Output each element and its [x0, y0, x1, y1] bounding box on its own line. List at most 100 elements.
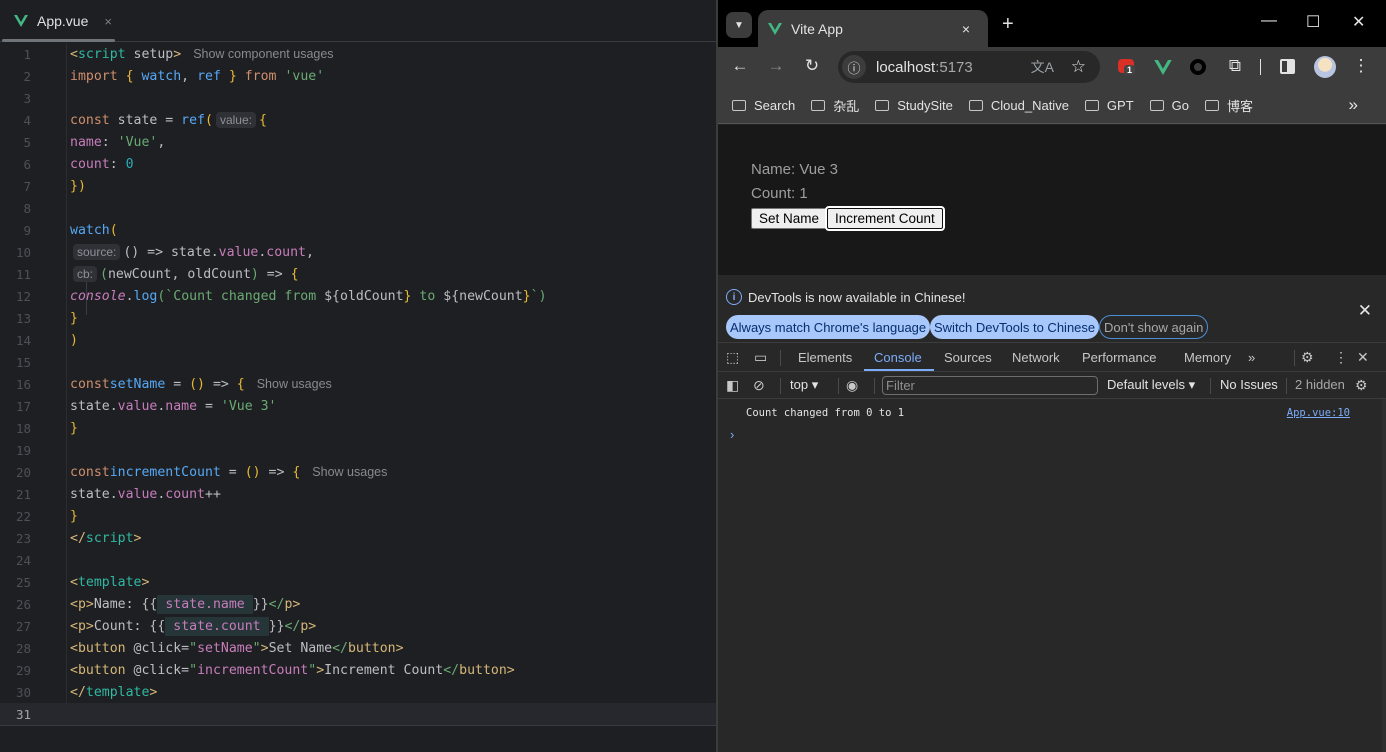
- context-selector[interactable]: top ▾: [790, 377, 818, 393]
- side-panel-icon[interactable]: [1280, 59, 1295, 74]
- console-scrollbar[interactable]: [1382, 399, 1386, 752]
- code-line[interactable]: 27 < p > Count: {{ state.count }} </p >: [0, 615, 716, 637]
- close-infobar-icon[interactable]: ✕: [1358, 301, 1372, 321]
- bookmark-folder[interactable]: 杂乱: [811, 96, 859, 115]
- always-match-language-button[interactable]: Always match Chrome's language: [726, 315, 931, 339]
- code-line[interactable]: 21 state. value. count ++: [0, 483, 716, 505]
- switch-to-chinese-button[interactable]: Switch DevTools to Chinese: [930, 315, 1100, 339]
- bookmarks-overflow-button[interactable]: »: [1349, 95, 1358, 115]
- code-line[interactable]: 22}: [0, 505, 716, 527]
- tab-console[interactable]: Console: [874, 350, 922, 365]
- back-button[interactable]: ←: [729, 56, 751, 76]
- code-line[interactable]: 6 count: 0: [0, 153, 716, 175]
- bookmark-folder[interactable]: Cloud_Native: [968, 98, 1069, 113]
- clear-console-icon[interactable]: ⊘: [753, 377, 765, 394]
- code-line[interactable]: 9 watch(: [0, 219, 716, 241]
- sidebar-toggle-icon[interactable]: ◧: [726, 377, 739, 394]
- set-name-button[interactable]: Set Name: [751, 208, 828, 229]
- code-line[interactable]: 25 < template >: [0, 571, 716, 593]
- bookmark-folder[interactable]: Search: [732, 98, 795, 113]
- code-line[interactable]: 13 }: [0, 307, 716, 329]
- dont-show-again-button[interactable]: Don't show again: [1099, 315, 1209, 339]
- code-line[interactable]: 10 source:() => state. value. count,: [0, 241, 716, 263]
- code-line[interactable]: 4 const state = ref(value:{: [0, 109, 716, 131]
- show-usages-hint[interactable]: Show usages: [257, 377, 332, 391]
- code-line[interactable]: 20 const incrementCount = () => {Show usa…: [0, 461, 716, 483]
- code-line[interactable]: 29 < button @click= " incrementCount " > Incre…: [0, 659, 716, 681]
- browser-tab-vite-app[interactable]: Vite App ×: [758, 10, 988, 47]
- code-token: >: [85, 596, 94, 612]
- code-line[interactable]: 2 import { watch, ref } from 'vue': [0, 65, 716, 87]
- code-token: =>: [258, 266, 291, 282]
- code-line[interactable]: 12 console. log(`Count changed from ${old…: [0, 285, 716, 307]
- show-usages-hint[interactable]: Show usages: [312, 465, 387, 479]
- close-window-button[interactable]: ✕: [1352, 12, 1365, 32]
- tab-memory[interactable]: Memory: [1184, 350, 1231, 365]
- extensions-puzzle-icon[interactable]: ⧉: [1224, 56, 1246, 76]
- code-line[interactable]: 24: [0, 549, 716, 571]
- tab-performance[interactable]: Performance: [1082, 350, 1156, 365]
- code-line[interactable]: 3: [0, 87, 716, 109]
- bookmark-folder[interactable]: StudySite: [875, 98, 953, 113]
- new-tab-button[interactable]: +: [1002, 13, 1014, 36]
- reload-button[interactable]: ↻: [801, 56, 823, 76]
- console-settings-icon[interactable]: ⚙: [1355, 377, 1368, 394]
- folder-icon: [732, 99, 746, 111]
- more-tabs-button[interactable]: »: [1248, 350, 1255, 365]
- minimize-button[interactable]: —: [1261, 12, 1277, 30]
- close-devtools-icon[interactable]: ✕: [1357, 349, 1369, 366]
- extension-circle-icon[interactable]: [1190, 59, 1206, 75]
- code-line[interactable]: 17 state. value. name = 'Vue 3': [0, 395, 716, 417]
- close-icon[interactable]: ×: [104, 14, 112, 29]
- bookmark-folder[interactable]: GPT: [1084, 98, 1134, 113]
- code-line[interactable]: 1 < script setup > Show component usages: [0, 43, 716, 65]
- code-editor[interactable]: 1 < script setup > Show component usages 2 imp…: [0, 43, 716, 725]
- console-filter-input[interactable]: [882, 376, 1098, 395]
- issues-counter[interactable]: No Issues: [1220, 377, 1278, 392]
- tab-search-button[interactable]: ▼: [726, 12, 752, 38]
- console-prompt[interactable]: ›: [730, 427, 734, 442]
- code-line[interactable]: 31: [0, 703, 716, 725]
- translate-icon[interactable]: 文A: [1031, 57, 1054, 77]
- extension-icon-red[interactable]: 1: [1118, 59, 1136, 75]
- code-line[interactable]: 26 < p > Name: {{ state.name }} </p >: [0, 593, 716, 615]
- code-line[interactable]: 19: [0, 439, 716, 461]
- live-expression-eye-icon[interactable]: ◉: [846, 377, 858, 394]
- tab-elements[interactable]: Elements: [798, 350, 852, 365]
- code-line[interactable]: 16 const setName = () => {Show usages: [0, 373, 716, 395]
- vue-devtools-extension-icon[interactable]: [1154, 60, 1172, 75]
- forward-button[interactable]: →: [765, 56, 787, 76]
- editor-tab-app-vue[interactable]: App.vue ×: [0, 0, 115, 42]
- code-line[interactable]: 8: [0, 197, 716, 219]
- console-source-link[interactable]: App.vue:10: [1287, 407, 1350, 419]
- code-line[interactable]: 15: [0, 351, 716, 373]
- code-line[interactable]: 18}: [0, 417, 716, 439]
- code-line[interactable]: 7}): [0, 175, 716, 197]
- code-token: p: [77, 618, 86, 634]
- menu-kebab-icon[interactable]: ⋮: [1350, 56, 1372, 76]
- increment-count-button[interactable]: Increment Count: [825, 206, 945, 231]
- code-line[interactable]: 14): [0, 329, 716, 351]
- address-bar[interactable]: ⓘ localhost:5173 文A ☆: [838, 51, 1100, 83]
- folder-icon: [1205, 99, 1219, 111]
- profile-avatar[interactable]: [1314, 56, 1336, 78]
- bookmark-star-icon[interactable]: ☆: [1071, 57, 1086, 77]
- settings-gear-icon[interactable]: ⚙: [1301, 349, 1314, 366]
- code-line[interactable]: 23 </script >: [0, 527, 716, 549]
- code-line[interactable]: 28 < button @click= " setName " > Set Name </bu…: [0, 637, 716, 659]
- log-levels-dropdown[interactable]: Default levels ▾: [1107, 377, 1195, 393]
- show-component-usages-hint[interactable]: Show component usages: [193, 47, 333, 61]
- devtools-menu-icon[interactable]: ⋮: [1334, 349, 1348, 366]
- code-line[interactable]: 11 cb:(newCount, oldCount) => {: [0, 263, 716, 285]
- inspect-element-icon[interactable]: ⬚: [726, 349, 739, 366]
- tab-network[interactable]: Network: [1012, 350, 1060, 365]
- code-line[interactable]: 5 name: 'Vue',: [0, 131, 716, 153]
- code-line[interactable]: 30 </template >: [0, 681, 716, 703]
- site-info-icon[interactable]: ⓘ: [842, 55, 866, 79]
- close-tab-icon[interactable]: ×: [962, 21, 970, 37]
- bookmark-folder[interactable]: Go: [1149, 98, 1189, 113]
- bookmark-folder[interactable]: 博客: [1205, 96, 1253, 115]
- device-toolbar-icon[interactable]: ▭: [754, 349, 767, 366]
- tab-sources[interactable]: Sources: [944, 350, 992, 365]
- maximize-button[interactable]: ☐: [1306, 12, 1320, 32]
